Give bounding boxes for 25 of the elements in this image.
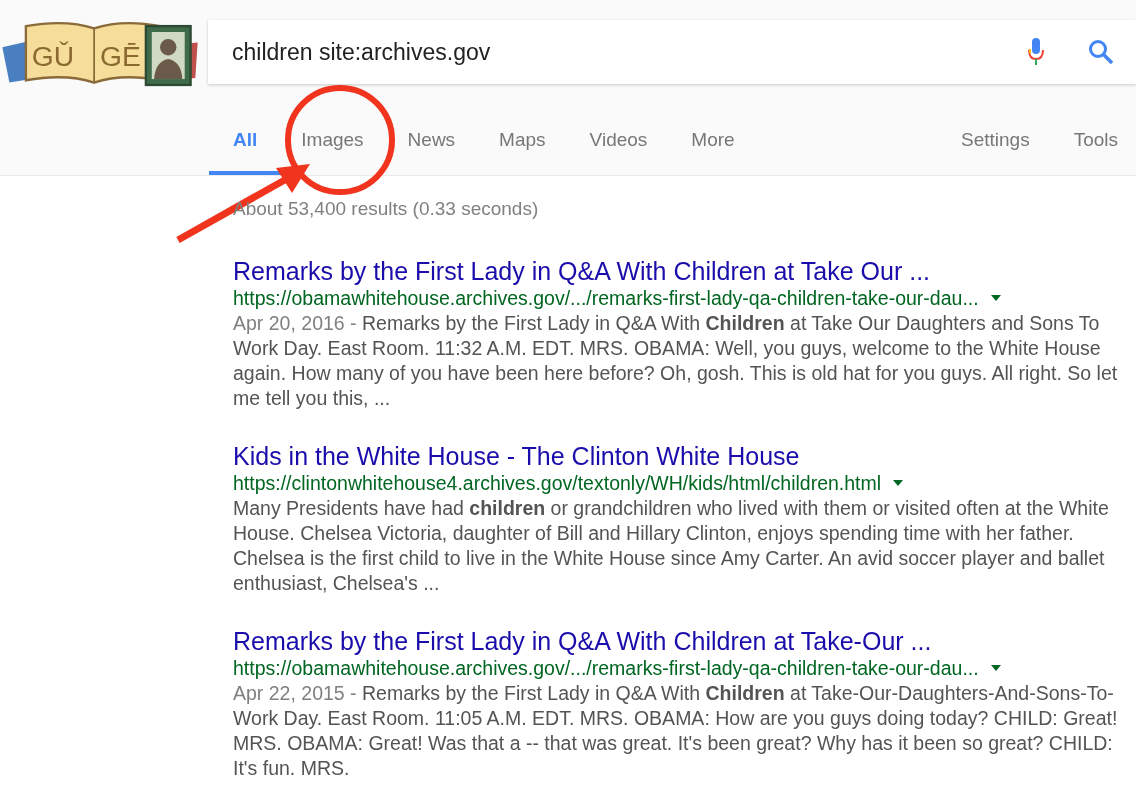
result-snippet: Apr 20, 2016 - Remarks by the First Lady in Q&A With Children at Take Our Daughters and Sons To Work Day. East Room. 11:32 A.M. EDT. MRS. OBAMA: Well, you guys, welcome to the White House again. How many of you have been here before? Oh, gosh. This is old hat for you guys. All right. So let me tell you this, ... bbox=[233, 311, 1119, 411]
result-snippet: Many Presidents have had children or grandchildren who lived with them or visited often at the White House. Chelsea Victoria, daughter of Bill and Hillary Clinton, enjoys spending time with her father. Chelsea is the first child to live in the White House since Amy Carter. An avid soccer player and ballet enthusiast, Chelsea's ... bbox=[233, 496, 1110, 596]
result-url: https://obamawhitehouse.archives.gov/.../remarks-first-lady-qa-children-take-our-dau... bbox=[233, 656, 979, 680]
result-url: https://obamawhitehouse.archives.gov/.../remarks-first-lady-qa-children-take-our-dau... bbox=[233, 286, 979, 310]
search-icon[interactable] bbox=[1088, 39, 1114, 65]
search-tab[interactable]: Settings bbox=[961, 120, 1030, 175]
result-title-link[interactable]: Remarks by the First Lady in Q&A With Children at Take-Our ... bbox=[233, 626, 932, 656]
portrait-silhouette-icon bbox=[144, 24, 192, 87]
dropdown-caret-icon[interactable] bbox=[990, 665, 1001, 671]
dropdown-caret-icon[interactable] bbox=[893, 480, 904, 486]
search-field[interactable]: children site:archives.gov bbox=[208, 20, 1136, 84]
result-snippet: Apr 22, 2015 - Remarks by the First Lady in Q&A With Children at Take-Our-Daughters-And-Sons-To-Work Day. East Room. 11:05 A.M. EDT. MRS. OBAMA: How are you guys doing today? CHILD: Great! MRS. OBAMA: Great! Was that a -- that was great. It's been great? Why has it been so great? CHILD: It's fun. MRS. bbox=[233, 681, 1119, 781]
search-tab[interactable]: Tools bbox=[1073, 120, 1118, 175]
result-title-link[interactable]: Remarks by the First Lady in Q&A With Children at Take Our ... bbox=[233, 256, 931, 286]
result-title-link[interactable]: Kids in the White House - The Clinton White House bbox=[233, 441, 800, 471]
search-tab[interactable]: Images bbox=[301, 120, 364, 175]
logo-text: GĒ bbox=[100, 40, 141, 73]
dropdown-caret-icon[interactable] bbox=[990, 295, 1001, 301]
search-tab[interactable]: Videos bbox=[589, 120, 648, 175]
result-url: https://clintonwhitehouse4.archives.gov/textonly/WH/kids/html/children.html bbox=[233, 471, 882, 495]
search-tab[interactable]: More bbox=[691, 120, 735, 175]
search-tab[interactable]: Maps bbox=[499, 120, 546, 175]
microphone-icon[interactable] bbox=[1028, 38, 1044, 66]
search-tab[interactable]: News bbox=[407, 120, 456, 175]
logo-text: GǓ bbox=[31, 40, 75, 73]
